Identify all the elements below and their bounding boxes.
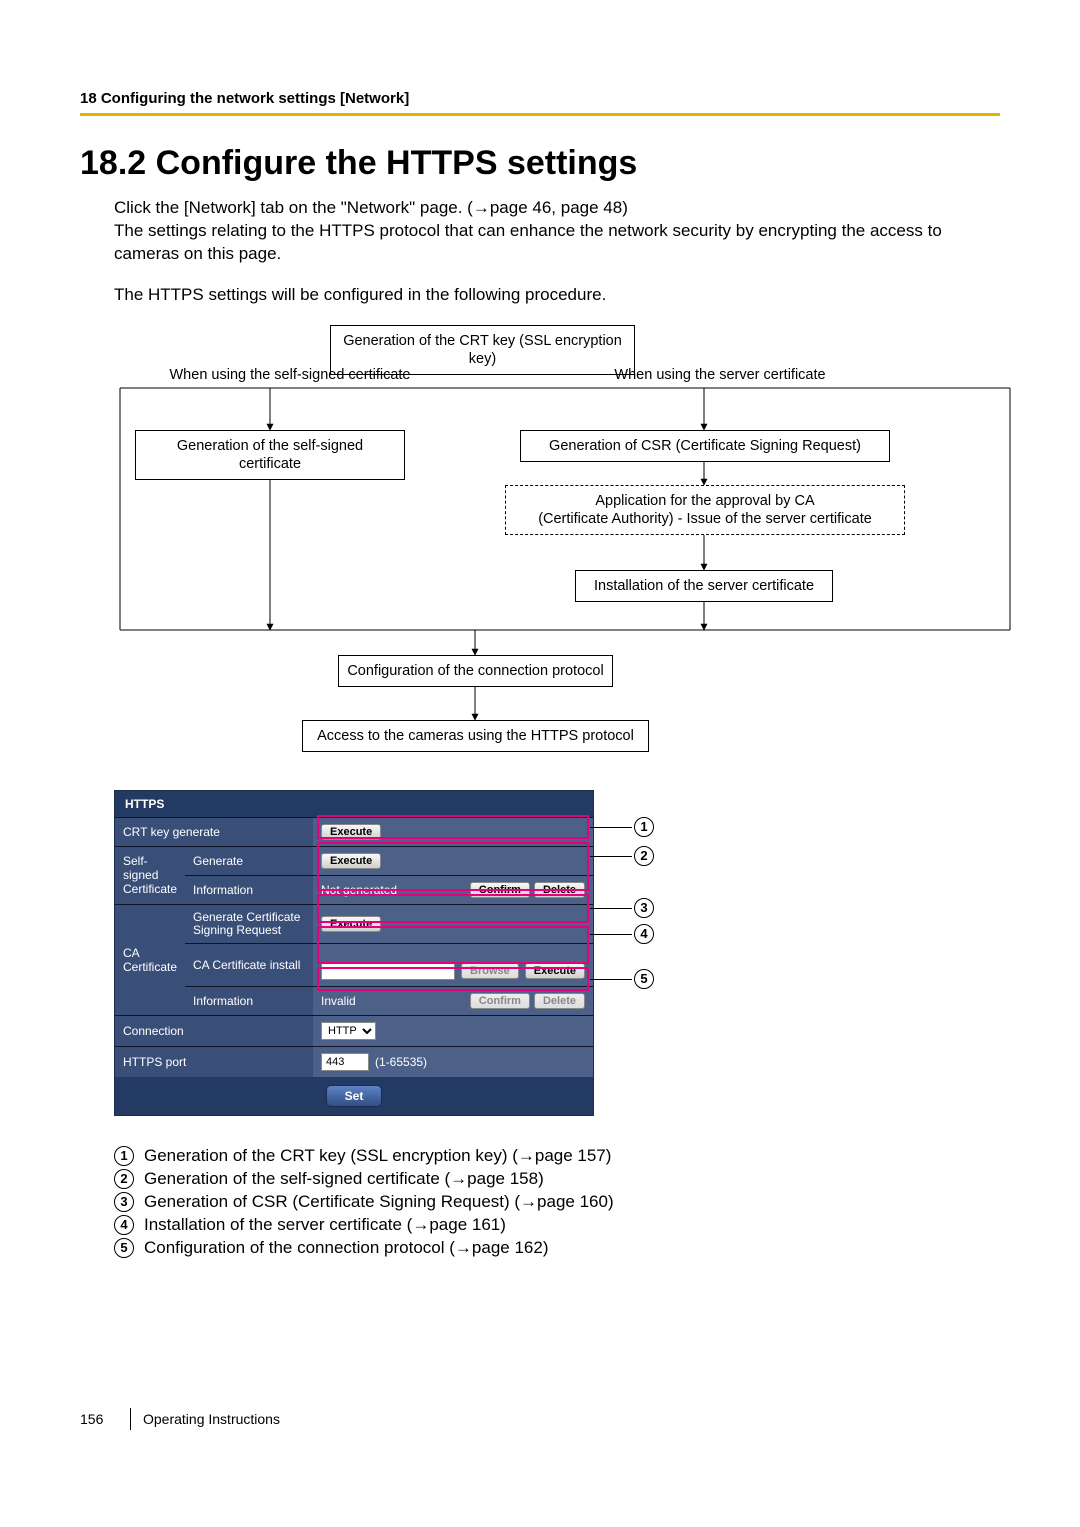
flow-csr: Generation of CSR (Certificate Signing R…: [520, 430, 890, 462]
legend-num-2: 2: [114, 1169, 134, 1189]
flowchart: Generation of the CRT key (SSL encryptio…: [80, 325, 1010, 750]
https-port-input[interactable]: [321, 1053, 369, 1071]
callout-box-3: [317, 894, 589, 923]
ca-info-label: Information: [185, 987, 313, 1015]
flow-self-gen: Generation of the self-signed certificat…: [135, 430, 405, 480]
row-crt-label: CRT key generate: [115, 818, 313, 846]
ca-install-label: CA Certificate install: [185, 944, 313, 986]
breadcrumb: 18 Configuring the network settings [Net…: [80, 90, 1000, 113]
https-panel-figure: HTTPS CRT key generate Execute Self-sign…: [114, 790, 674, 1116]
callout-box-5: [317, 967, 589, 991]
legend-num-5: 5: [114, 1238, 134, 1258]
legend-text-4: Installation of the server certificate (…: [144, 1215, 506, 1235]
legend-text-5: Configuration of the connection protocol…: [144, 1238, 548, 1258]
leader-5: [590, 979, 632, 980]
legend-text-3: Generation of CSR (Certificate Signing R…: [144, 1192, 614, 1212]
flow-ca-approval: Application for the approval by CA (Cert…: [505, 485, 905, 535]
callout-3: 3: [634, 898, 654, 918]
leader-1: [590, 827, 632, 828]
page-number: 156: [80, 1411, 130, 1427]
callout-box-4: [317, 926, 589, 964]
callout-4: 4: [634, 924, 654, 944]
leader-3: [590, 908, 632, 909]
legend-list: 1 Generation of the CRT key (SSL encrypti…: [114, 1146, 1000, 1258]
legend-text-1: Generation of the CRT key (SSL encryptio…: [144, 1146, 611, 1166]
intro-2: The HTTPS settings will be configured in…: [114, 284, 1000, 307]
legend-num-1: 1: [114, 1146, 134, 1166]
ca-confirm-button[interactable]: Confirm: [470, 993, 530, 1009]
leader-2: [590, 856, 632, 857]
set-button[interactable]: Set: [326, 1085, 383, 1107]
legend-num-4: 4: [114, 1215, 134, 1235]
callout-5: 5: [634, 969, 654, 989]
leader-4: [590, 934, 632, 935]
page-title: 18.2 Configure the HTTPS settings: [80, 144, 1000, 183]
ss-generate-label: Generate: [185, 847, 313, 875]
panel-header: HTTPS: [115, 791, 593, 817]
connection-select[interactable]: HTTP: [321, 1022, 376, 1040]
flow-install: Installation of the server certificate: [575, 570, 833, 602]
callout-2: 2: [634, 846, 654, 866]
callout-1: 1: [634, 817, 654, 837]
ca-csr-label: Generate Certificate Signing Request: [185, 905, 313, 943]
port-hint: (1-65535): [375, 1055, 427, 1069]
legend-text-2: Generation of the self-signed certificat…: [144, 1169, 544, 1189]
row-ss-label: Self-signed Certificate: [115, 847, 185, 904]
row-port-label: HTTPS port: [115, 1047, 313, 1077]
ss-info-label: Information: [185, 876, 313, 904]
callout-box-2: [317, 842, 589, 891]
row-ca-label: CA Certificate: [115, 905, 185, 1015]
intro-1: Click the [Network] tab on the "Network"…: [114, 197, 1000, 266]
page-footer: 156 Operating Instructions: [80, 1408, 1000, 1430]
flow-access: Access to the cameras using the HTTPS pr…: [302, 720, 649, 752]
ca-delete-button[interactable]: Delete: [534, 993, 585, 1009]
flow-conn-proto: Configuration of the connection protocol: [338, 655, 613, 687]
header-rule: [80, 113, 1000, 116]
ca-info-value: Invalid: [321, 994, 356, 1008]
flow-label-self: When using the self-signed certificate: [145, 367, 435, 383]
callout-box-1: [317, 815, 589, 839]
row-conn-label: Connection: [115, 1016, 313, 1046]
footer-label: Operating Instructions: [143, 1411, 280, 1427]
legend-num-3: 3: [114, 1192, 134, 1212]
flow-label-server: When using the server certificate: [570, 367, 870, 383]
